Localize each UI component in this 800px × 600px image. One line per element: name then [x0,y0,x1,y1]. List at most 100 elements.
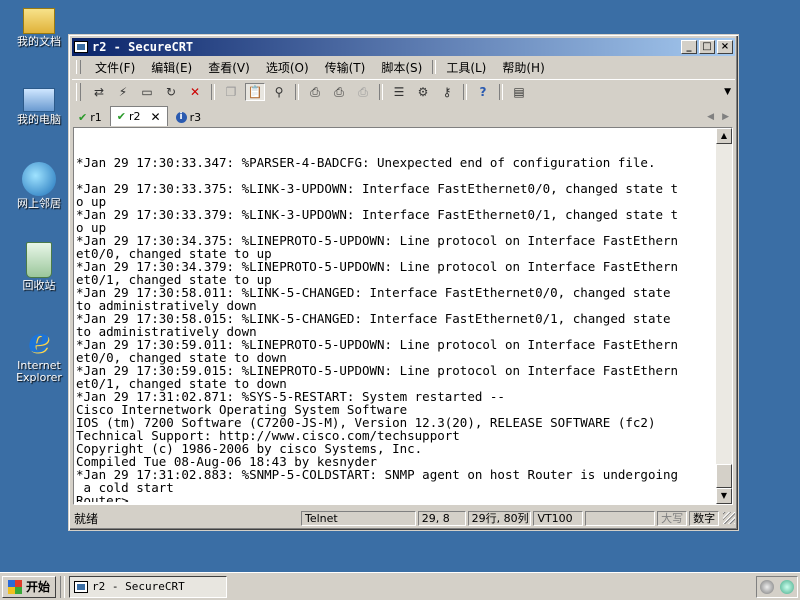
tab-label: r3 [189,110,202,124]
menu-bar: 文件(F) 编辑(E) 查看(V) 选项(O) 传输(T) 脚本(S) 工具(L… [72,57,735,77]
terminal-output[interactable]: *Jan 29 17:30:33.347: %PARSER-4-BADCFG: … [76,130,720,502]
toolbar-separator [463,84,467,100]
taskbar-item-securecrt[interactable]: r2 - SecureCRT [69,575,228,598]
copy-icon[interactable]: ❐ [221,83,241,101]
desktop-icon-network[interactable]: 网上邻居 [8,162,70,210]
toolbar-grip[interactable] [76,83,81,101]
desktop-icon-label: 我的文档 [17,35,61,48]
minimize-button[interactable]: _ [681,40,697,54]
toolbar-separator [379,84,383,100]
scroll-thumb[interactable] [716,464,732,488]
menu-options[interactable]: 选项(O) [258,59,317,76]
close-button[interactable]: × [717,40,733,54]
internet-explorer-icon: e [28,321,50,361]
menu-script[interactable]: 脚本(S) [373,59,430,76]
taskbar-separator [60,575,66,598]
status-empty-field [585,510,656,526]
tab-scroll-left-icon[interactable]: ◀ [707,112,714,122]
connected-check-icon: ✔ [116,110,126,123]
status-bar: 就绪 Telnet 29, 8 29行, 80列 VT100 大写 数字 [72,509,735,527]
status-emulation: VT100 [533,510,584,526]
scroll-down-icon[interactable]: ▼ [716,488,732,504]
tab-label: r1 [90,110,102,124]
desktop-icon-recycle-bin[interactable]: 回收站 [8,242,70,292]
help-icon[interactable]: ? [473,83,493,101]
status-terminal-size: 29行, 80列 [467,510,532,526]
global-options-icon[interactable]: ⚙ [413,83,433,101]
status-cursor-position: 29, 8 [417,510,466,526]
reconnect-icon[interactable]: ↻ [161,83,181,101]
menu-grip[interactable] [76,60,81,74]
computer-icon [23,88,55,112]
terminal-line: a cold start [76,480,174,495]
quick-connect-icon[interactable]: ⚡ [113,83,133,101]
menu-file[interactable]: 文件(F) [87,59,143,76]
securecrt-app-icon[interactable] [74,41,88,53]
desktop-icon-label: Internet Explorer [16,359,62,384]
paste-icon[interactable]: 📋 [245,83,265,101]
securecrt-app-icon [74,580,89,593]
tab-r3[interactable]: i r3 [170,108,208,126]
taskbar-item-label: r2 - SecureCRT [92,580,185,593]
title-bar[interactable]: r2 - SecureCRT _ □ × [72,38,735,56]
menu-transfer[interactable]: 传输(T) [317,59,374,76]
tab-scroll-right-icon[interactable]: ▶ [722,112,729,122]
window-title: r2 - SecureCRT [92,40,194,54]
terminal-line: *Jan 29 17:30:33.379: %LINK-3-UPDOWN: In… [76,207,679,222]
menu-edit[interactable]: 编辑(E) [143,59,200,76]
keymap-icon[interactable]: ⚷ [437,83,457,101]
toolbar-separator [295,84,299,100]
desktop-icon-internet-explorer[interactable]: e Internet Explorer [8,324,70,384]
toolbar-separator [499,84,503,100]
desktop-icon-my-computer[interactable]: 我的电脑 [8,82,70,126]
status-caps-lock: 大写 [657,510,688,526]
desktop-icon-my-documents[interactable]: 我的文档 [8,2,70,48]
recycle-bin-icon [26,242,52,278]
connect-icon[interactable]: ⇄ [89,83,109,101]
scroll-up-icon[interactable]: ▲ [716,128,732,144]
tab-label: r2 [128,110,141,123]
tray-status-icon[interactable] [760,579,774,594]
connect-tab-icon[interactable]: ▭ [137,83,157,101]
info-icon: i [175,111,187,123]
tab-r1[interactable]: ✔ r1 [72,108,108,126]
system-tray [756,575,798,598]
securecrt-window: r2 - SecureCRT _ □ × 文件(F) 编辑(E) 查看(V) 选… [68,34,739,531]
taskbar: 开始 r2 - SecureCRT [0,572,800,600]
session-options-icon[interactable]: ☰ [389,83,409,101]
terminal-scrollbar[interactable]: ▲ ▼ [716,128,732,504]
network-globe-icon [22,162,56,196]
desktop-icon-label: 我的电脑 [17,113,61,126]
terminal-line: *Jan 29 17:30:33.375: %LINK-3-UPDOWN: In… [76,181,679,196]
toolbar-overflow-icon[interactable]: ▼ [724,87,731,97]
tab-r2[interactable]: ✔ r2 ✕ [109,106,168,126]
terminal-line: Router> [76,493,129,502]
desktop-icon-label: 回收站 [22,279,56,292]
status-protocol: Telnet [301,510,416,526]
menu-help[interactable]: 帮助(H) [494,59,552,76]
menu-view[interactable]: 查看(V) [200,59,258,76]
terminal-line: *Jan 29 17:30:33.347: %PARSER-4-BADCFG: … [76,155,656,170]
print-screen-icon[interactable]: ⎙ [353,83,373,101]
disconnect-icon[interactable]: ✕ [185,83,205,101]
tray-network-icon[interactable] [780,579,794,594]
extra-icon[interactable]: ▤ [509,83,529,101]
maximize-button[interactable]: □ [699,40,715,54]
tab-navigation: ◀ ▶ [707,112,729,122]
find-icon[interactable]: ⚲ [269,83,289,101]
desktop-icon-label: 网上邻居 [17,197,61,210]
terminal-area[interactable]: *Jan 29 17:30:33.347: %PARSER-4-BADCFG: … [73,127,733,505]
tab-close-icon[interactable]: ✕ [151,110,161,124]
toolbar-separator [211,84,215,100]
menu-separator [432,60,437,74]
session-tabs: ✔ r1 ✔ r2 ✕ i r3 ◀ ▶ [72,105,735,126]
status-num-lock: 数字 [689,510,720,526]
resize-grip-icon[interactable] [723,512,735,524]
menu-tools[interactable]: 工具(L) [438,59,494,76]
start-button[interactable]: 开始 [2,575,57,598]
windows-logo-icon [8,579,22,594]
print-icon[interactable]: ⎙ [305,83,325,101]
print-setup-icon[interactable]: ⎙ [329,83,349,101]
status-ready: 就绪 [74,511,99,526]
